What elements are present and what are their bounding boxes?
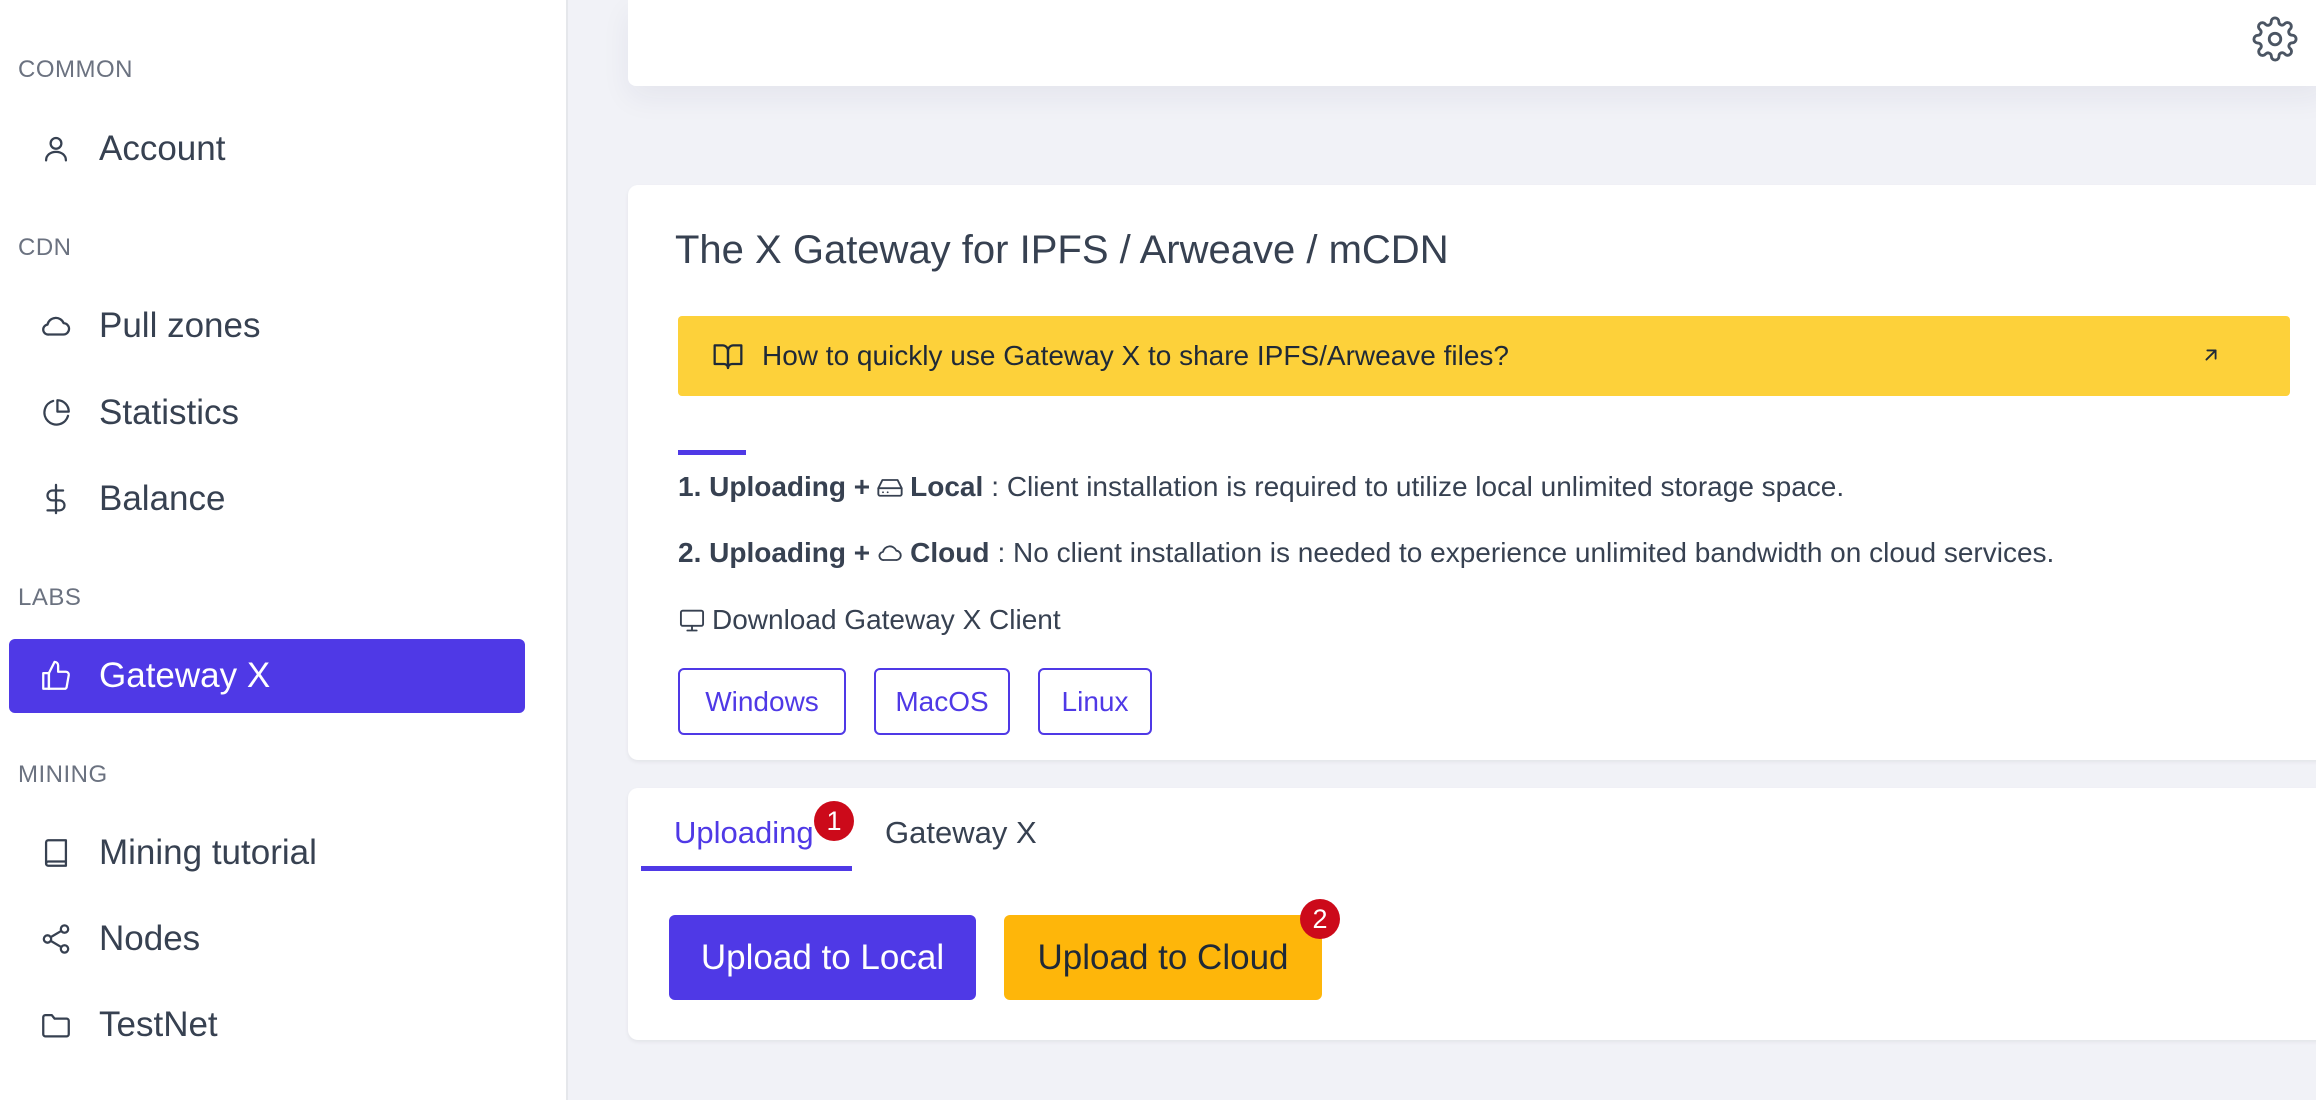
active-tab-indicator (641, 866, 852, 871)
cloud-icon (39, 309, 73, 343)
section-label-common: COMMON (18, 56, 133, 83)
sidebar-item-label: Pull zones (99, 306, 261, 345)
macos-button[interactable]: MacOS (874, 668, 1010, 735)
user-icon (39, 132, 73, 166)
tab-gateway-x[interactable]: Gateway X (885, 815, 1037, 851)
download-client-label: Download Gateway X Client (678, 604, 1061, 636)
info-mode: Local (910, 471, 984, 502)
windows-button[interactable]: Windows (678, 668, 846, 735)
upload-to-local-button[interactable]: Upload to Local (669, 915, 976, 1000)
dollar-icon (39, 482, 73, 516)
section-label-mining: MINING (18, 761, 108, 788)
sidebar-item-statistics[interactable]: Statistics (9, 376, 525, 450)
tab-uploading[interactable]: Uploading (674, 815, 814, 851)
sidebar-item-gateway-x[interactable]: Gateway X (9, 639, 525, 713)
upload-to-cloud-button[interactable]: Upload to Cloud (1004, 915, 1322, 1000)
monitor-icon (678, 606, 706, 634)
info-line-cloud: 2. Uploading + Cloud : No client install… (678, 537, 2054, 569)
sidebar-item-mining-tutorial[interactable]: Mining tutorial (9, 816, 525, 890)
pie-chart-icon (39, 396, 73, 430)
book-icon (39, 836, 73, 870)
info-line-local: 1. Uploading + Local : Client installati… (678, 471, 1844, 503)
book-open-icon (712, 340, 744, 372)
sidebar-item-label: Balance (99, 479, 226, 518)
info-description: : Client installation is required to uti… (991, 471, 1845, 502)
sidebar-item-label: Mining tutorial (99, 833, 317, 872)
info-mode: Cloud (910, 537, 990, 568)
section-label-cdn: CDN (18, 234, 72, 261)
gear-icon[interactable] (2252, 16, 2298, 62)
info-description: : No client installation is needed to ex… (997, 537, 2055, 568)
sidebar-item-label: Account (99, 129, 226, 168)
top-bar (628, 0, 2316, 86)
info-prefix: 1. Uploading + (678, 471, 871, 502)
section-label-labs: LABS (18, 584, 82, 611)
sidebar-item-nodes[interactable]: Nodes (9, 902, 525, 976)
upload-card (628, 788, 2316, 1040)
folder-icon (39, 1008, 73, 1042)
sidebar-item-label: TestNet (99, 1005, 218, 1044)
share-icon (39, 922, 73, 956)
linux-button[interactable]: Linux (1038, 668, 1152, 735)
sidebar-item-balance[interactable]: Balance (9, 462, 525, 536)
page-title: The X Gateway for IPFS / Arweave / mCDN (675, 228, 1449, 272)
sidebar-item-label: Statistics (99, 393, 240, 432)
upload-cloud-badge: 2 (1300, 899, 1340, 939)
cloud-icon (876, 539, 904, 567)
thumbs-up-icon (39, 659, 73, 693)
external-link-icon (2200, 344, 2222, 366)
tab-badge: 1 (814, 801, 854, 841)
sidebar: COMMON Account CDN Pull zones Statistics… (0, 0, 568, 1100)
sidebar-item-account[interactable]: Account (9, 112, 525, 186)
sidebar-item-label: Gateway X (99, 656, 271, 695)
tutorial-alert-link[interactable]: How to quickly use Gateway X to share IP… (678, 316, 2290, 396)
alert-text: How to quickly use Gateway X to share IP… (762, 340, 1509, 371)
info-prefix: 2. Uploading + (678, 537, 871, 568)
sidebar-item-testnet[interactable]: TestNet (9, 988, 525, 1062)
hard-drive-icon (876, 473, 904, 501)
download-label-text: Download Gateway X Client (712, 604, 1061, 635)
sidebar-item-pull-zones[interactable]: Pull zones (9, 289, 525, 363)
sidebar-item-label: Nodes (99, 919, 201, 958)
accent-divider (678, 450, 746, 455)
